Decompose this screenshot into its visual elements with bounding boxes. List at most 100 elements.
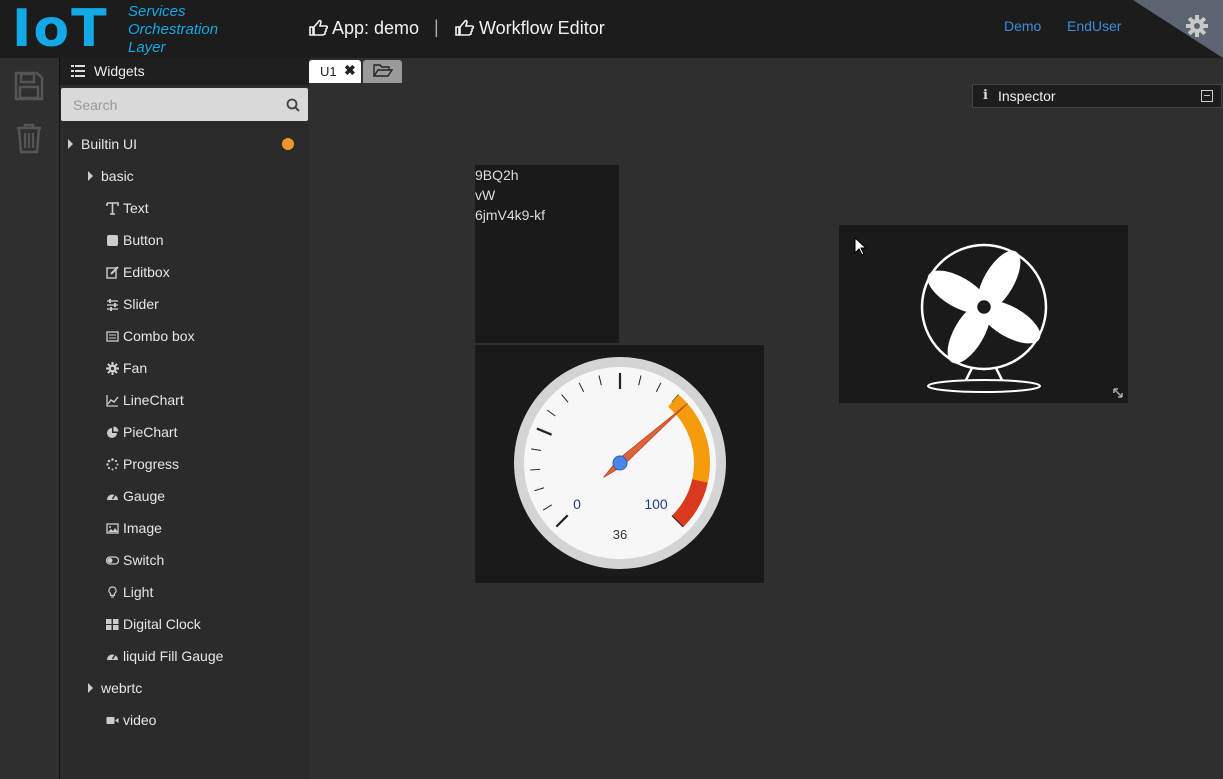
widget-item-label: Combo box — [123, 328, 195, 344]
trash-icon[interactable] — [14, 122, 44, 154]
widgets-panel-header: Widgets — [60, 58, 309, 85]
gauge-max-label: 100 — [644, 496, 668, 512]
toggle-icon — [106, 556, 119, 565]
text-icon — [106, 202, 119, 215]
widget-item-label: Fan — [123, 360, 148, 376]
tree-node-label: basic — [101, 168, 134, 184]
widget-item-label: Button — [123, 232, 164, 248]
inspector-panel[interactable]: i Inspector — [972, 84, 1222, 108]
text-line: vW — [475, 187, 496, 203]
top-bar: IoT Services Orchestration Layer App: de… — [0, 0, 1223, 58]
status-dot — [282, 138, 294, 150]
hand-pointer-icon — [455, 19, 474, 36]
tree-node-builtin-ui[interactable]: Builtin UI — [68, 133, 137, 155]
corner-decoration — [1133, 0, 1223, 58]
app-breadcrumb[interactable]: App: demo — [332, 17, 419, 39]
widget-item-label: Image — [123, 520, 162, 536]
edit-icon — [106, 266, 119, 279]
save-icon[interactable] — [14, 70, 44, 102]
minimize-icon[interactable] — [1201, 90, 1213, 102]
widget-item-label: Switch — [123, 552, 165, 568]
widget-item-image[interactable]: Image — [106, 517, 162, 539]
widget-item-linechart[interactable]: LineChart — [106, 389, 184, 411]
button-icon — [107, 235, 118, 246]
fan-base — [927, 379, 1041, 393]
widget-item-button[interactable]: Button — [106, 229, 163, 251]
sliders-icon — [107, 299, 118, 311]
grid-icon — [106, 619, 119, 630]
widget-item-progress[interactable]: Progress — [106, 453, 179, 475]
gear-icon[interactable] — [1185, 14, 1209, 38]
expand-triangle-icon — [68, 139, 73, 149]
gauge-hub — [612, 455, 628, 471]
enduser-link[interactable]: EndUser — [1067, 18, 1121, 34]
widgets-panel-title: Widgets — [94, 63, 145, 79]
hand-pointer-icon — [309, 19, 328, 36]
widget-item-digital-clock[interactable]: Digital Clock — [106, 613, 201, 635]
workflow-canvas[interactable] — [309, 58, 1223, 779]
widget-item-label: LineChart — [123, 392, 184, 408]
gauge-value-label: 36 — [613, 527, 627, 542]
widget-item-video[interactable]: video — [106, 709, 156, 731]
text-line: 9BQ2h — [475, 167, 519, 183]
dashboard-icon — [107, 494, 118, 500]
folder-open-icon — [373, 64, 393, 77]
widget-item-switch[interactable]: Switch — [106, 549, 164, 571]
widget-item-editbox[interactable]: Editbox — [106, 261, 170, 283]
search-icon[interactable] — [286, 98, 300, 112]
widget-item-piechart[interactable]: PieChart — [106, 421, 177, 443]
workflow-editor-breadcrumb[interactable]: Workflow Editor — [479, 17, 605, 39]
widget-item-label: Light — [123, 584, 154, 600]
widget-item-liquid-fill-gauge[interactable]: liquid Fill Gauge — [106, 645, 223, 667]
lightbulb-icon — [108, 586, 117, 598]
tab-u1[interactable]: U1 ✖ — [309, 60, 361, 83]
left-toolbar — [0, 58, 58, 779]
tree-node-label: Builtin UI — [81, 136, 138, 152]
widget-item-text[interactable]: Text — [106, 197, 149, 219]
widget-item-gauge[interactable]: Gauge — [106, 485, 165, 507]
pie-chart-icon — [107, 426, 119, 438]
widgets-panel: Widgets Builtin UI basic Text Button Edi… — [59, 58, 310, 779]
widget-item-label: Text — [123, 200, 149, 216]
logo-line-1: Services — [128, 3, 186, 20]
breadcrumb-separator: | — [434, 17, 439, 37]
widget-item-label: Editbox — [123, 264, 170, 280]
widget-item-label: Slider — [123, 296, 159, 312]
widget-item-label: PieChart — [123, 424, 178, 440]
widget-item-label: video — [123, 712, 157, 728]
close-icon[interactable]: ✖ — [344, 62, 356, 79]
text-widget[interactable]: 9BQ2h vW 6jmV4k9-kf — [475, 165, 619, 343]
widget-item-combo-box[interactable]: Combo box — [106, 325, 195, 347]
video-icon — [106, 717, 119, 724]
tree-node-label: webrtc — [101, 680, 143, 696]
tree-node-basic[interactable]: basic — [88, 165, 134, 187]
widget-item-fan[interactable]: Fan — [106, 357, 147, 379]
dashboard-icon — [107, 654, 118, 660]
tree-node-webrtc[interactable]: webrtc — [88, 677, 142, 699]
list-icon — [71, 65, 85, 77]
fan-widget[interactable] — [839, 225, 1128, 403]
tab-label: U1 — [320, 64, 337, 79]
text-line: 6jmV4k9-kf — [475, 207, 546, 223]
list-icon — [106, 331, 119, 342]
inspector-title: Inspector — [998, 88, 1056, 104]
widget-item-slider[interactable]: Slider — [106, 293, 159, 315]
demo-link[interactable]: Demo — [1004, 18, 1041, 34]
line-chart-icon — [106, 395, 119, 407]
spinner-icon — [106, 458, 119, 471]
logo-line-3: Layer — [128, 39, 166, 56]
widget-item-label: liquid Fill Gauge — [123, 648, 224, 664]
widget-item-light[interactable]: Light — [106, 581, 153, 603]
widget-item-label: Digital Clock — [123, 616, 201, 632]
gauge-min-label: 0 — [573, 496, 581, 512]
gauge-dial: 0 100 36 — [514, 357, 726, 569]
search-input[interactable] — [61, 88, 283, 121]
resize-icon — [1113, 388, 1123, 398]
mouse-cursor-icon — [854, 237, 868, 256]
gauge-widget[interactable]: 0 100 36 — [475, 345, 764, 583]
logo-iot: IoT — [12, 0, 109, 59]
fan-hub — [974, 297, 994, 317]
widget-item-label: Progress — [123, 456, 180, 472]
open-folder-tab[interactable] — [363, 60, 402, 83]
widget-item-label: Gauge — [123, 488, 166, 504]
